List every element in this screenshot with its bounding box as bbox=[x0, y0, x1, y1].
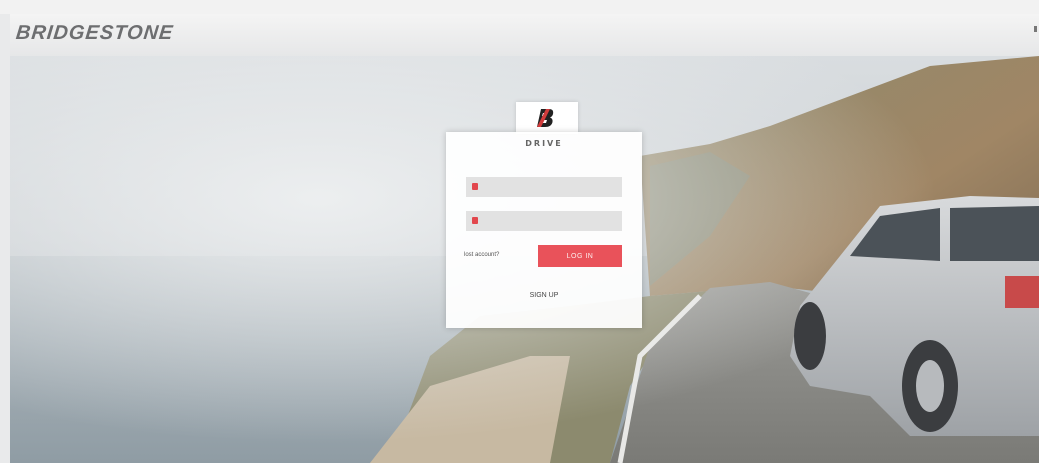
password-input[interactable] bbox=[484, 211, 618, 231]
app-name: DRIVE bbox=[525, 139, 563, 148]
user-icon bbox=[472, 183, 478, 190]
lost-account-link[interactable]: lost account? bbox=[464, 252, 499, 258]
password-field[interactable] bbox=[466, 211, 622, 231]
menu-icon[interactable] bbox=[1034, 26, 1037, 32]
username-field[interactable] bbox=[466, 177, 622, 197]
browser-top-strip bbox=[0, 0, 1039, 14]
signup-link[interactable]: SIGN UP bbox=[446, 292, 642, 299]
username-input[interactable] bbox=[484, 177, 618, 197]
bridgestone-b-icon bbox=[537, 109, 554, 127]
logo-text: BRIDGESTONE bbox=[14, 22, 175, 44]
login-card: DRIVE lost account? LOG IN SIGN UP bbox=[446, 132, 642, 328]
lock-icon bbox=[472, 217, 478, 224]
login-logo-tab bbox=[516, 102, 578, 134]
login-button[interactable]: LOG IN bbox=[538, 245, 622, 267]
bridgestone-logo[interactable]: BRIDGESTONE bbox=[15, 22, 175, 45]
site-header: BRIDGESTONE bbox=[10, 14, 1039, 56]
